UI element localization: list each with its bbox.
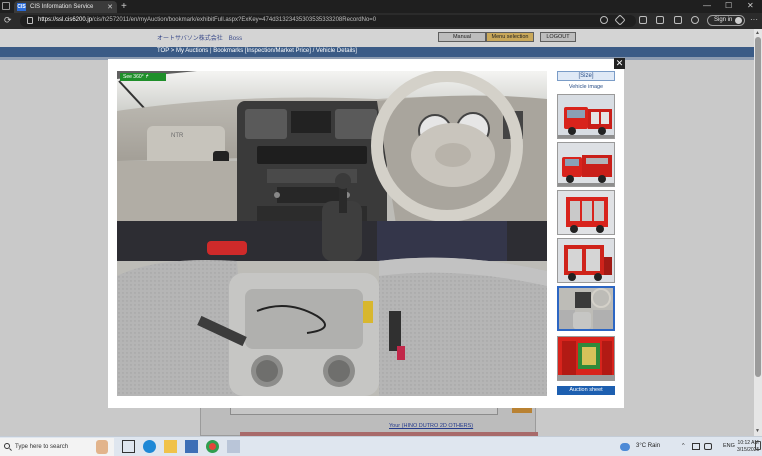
weather-cloud-icon[interactable] — [620, 443, 630, 451]
thumbnail-exterior-front[interactable] — [557, 94, 615, 139]
chrome-app-icon[interactable] — [206, 440, 219, 453]
fire-truck-quarter-thumb — [558, 239, 614, 282]
paint-app-icon[interactable] — [227, 440, 240, 453]
main-vehicle-photo[interactable]: NTR — [117, 71, 547, 396]
url-host: https://ssl.cis6200.jp — [38, 17, 93, 23]
sign-in-label: Sign in — [714, 17, 733, 23]
logout-button[interactable]: LOGOUT — [540, 32, 576, 42]
more-menu-icon[interactable]: ··· — [750, 15, 758, 24]
scroll-down-icon[interactable]: ▼ — [755, 428, 760, 434]
fire-truck-rear-thumb — [558, 191, 614, 234]
favorites-icon[interactable] — [656, 16, 664, 24]
thumbnail-interior-cab[interactable] — [557, 286, 615, 331]
edge-app-icon[interactable] — [143, 440, 156, 453]
url-path: /cis/h2572011/en/myAuction/bookmark/exhi… — [92, 17, 377, 23]
manual-button[interactable]: Manual — [438, 32, 486, 42]
page-scrollbar[interactable]: ▲ ▼ — [754, 29, 762, 436]
scroll-up-icon[interactable]: ▲ — [755, 30, 760, 36]
mail-app-icon[interactable] — [185, 440, 198, 453]
language-indicator[interactable]: ENG — [723, 443, 735, 449]
company-name: オートサバソン株式会社 Boss — [157, 36, 243, 42]
minimize-button[interactable]: — — [703, 0, 711, 12]
taskbar-search[interactable]: Type here to search — [0, 438, 114, 456]
svg-text:NTR: NTR — [171, 133, 184, 139]
network-icon[interactable] — [692, 443, 700, 450]
auction-sheet-button[interactable]: Auction sheet — [557, 386, 615, 395]
collections-icon[interactable] — [674, 16, 682, 24]
lock-icon[interactable] — [27, 17, 33, 24]
task-view-icon[interactable] — [122, 440, 135, 453]
cis-favicon-icon: CIS — [17, 3, 26, 11]
file-explorer-icon[interactable] — [164, 440, 177, 453]
address-bar[interactable]: https://ssl.cis6200.jp/cis/h2572011/en/m… — [20, 15, 636, 27]
windows-taskbar: Type here to search 3°C Rain ^ ENG 10:12… — [0, 436, 762, 456]
breadcrumb[interactable]: TOP > My Auctions | Bookmarks [Inspectio… — [157, 48, 357, 54]
copilot-icon[interactable] — [691, 16, 699, 24]
thumbnail-exterior-rear-quarter[interactable] — [557, 238, 615, 283]
modal-close-button[interactable]: ✕ — [614, 58, 625, 69]
window-close-button[interactable]: ✕ — [747, 0, 754, 12]
size-button[interactable]: [Size] — [557, 71, 615, 81]
tab-actions-icon[interactable] — [2, 2, 10, 10]
sign-in-button[interactable]: Sign in — [707, 15, 745, 26]
thumbnail-equipment-bay[interactable] — [557, 336, 615, 381]
read-aloud-icon[interactable] — [600, 16, 608, 24]
thumbnail-exterior-side[interactable] — [557, 142, 615, 187]
tab-title: CIS Information Service — [30, 4, 94, 10]
nav-bar — [0, 47, 754, 57]
search-placeholder: Type here to search — [15, 444, 69, 450]
scroll-thumb[interactable] — [755, 37, 761, 377]
fire-truck-front-thumb — [558, 95, 614, 138]
volume-icon[interactable] — [704, 443, 712, 450]
model-link[interactable]: Your (HINO DUTRO 2D OTHERS) — [389, 423, 473, 429]
tab-close-icon[interactable]: ✕ — [107, 3, 113, 11]
maximize-button[interactable]: ☐ — [725, 0, 732, 12]
url-text[interactable]: https://ssl.cis6200.jp/cis/h2572011/en/m… — [38, 17, 376, 23]
browser-toolbar: ⟳ https://ssl.cis6200.jp/cis/h2572011/en… — [0, 13, 762, 29]
new-tab-button[interactable]: + — [121, 1, 127, 12]
equipment-bay-thumb — [558, 337, 614, 380]
profile-avatar-icon — [735, 17, 742, 24]
browser-tab-bar: CIS CIS Information Service ✕ + — ☐ ✕ — [0, 0, 762, 13]
browser-tab[interactable]: CIS CIS Information Service ✕ — [14, 1, 117, 13]
vehicle-image-label: Vehicle image — [568, 84, 604, 90]
reload-icon[interactable]: ⟳ — [4, 15, 12, 26]
search-highlight-icon — [96, 440, 108, 454]
weather-text[interactable]: 3°C Rain — [636, 443, 660, 449]
thumbnail-exterior-rear[interactable] — [557, 190, 615, 235]
notification-icon[interactable] — [755, 441, 761, 450]
fire-truck-side-thumb — [558, 143, 614, 186]
split-screen-icon[interactable] — [639, 16, 647, 24]
cab-interior-illustration: NTR — [117, 71, 547, 396]
tray-chevron-icon[interactable]: ^ — [682, 443, 685, 449]
cab-interior-thumb — [559, 288, 613, 329]
see-360-button[interactable]: See 360° ↱ — [120, 73, 166, 81]
search-icon — [4, 443, 10, 449]
page-header: オートサバソン株式会社 Boss Manual Menu selection L… — [0, 29, 754, 47]
menu-selection-button[interactable]: Menu selection — [486, 32, 534, 42]
